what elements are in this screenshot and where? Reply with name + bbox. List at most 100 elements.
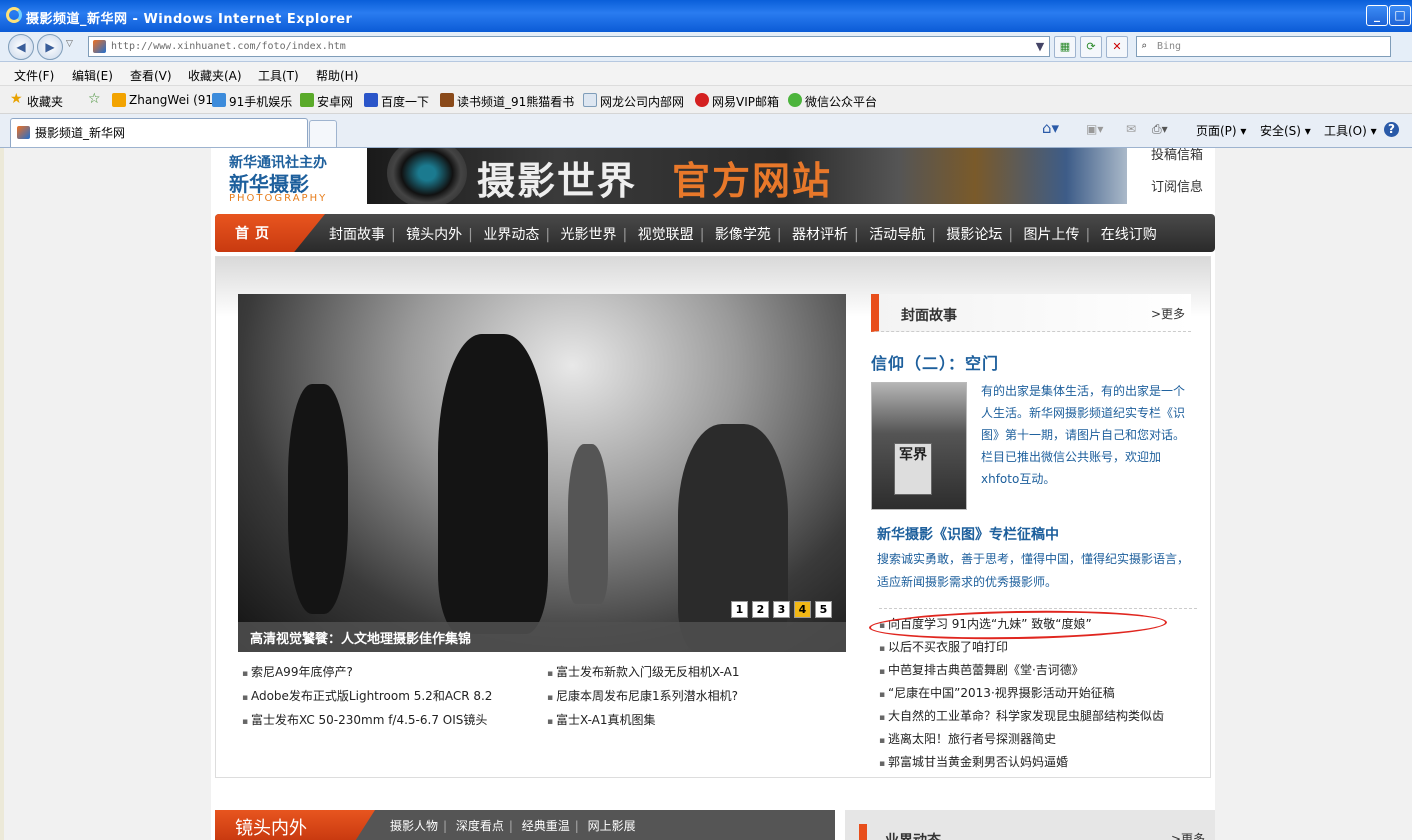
news-link[interactable]: 富士发布XC 50-230mm f/4.5-6.7 OIS镜头	[238, 711, 558, 735]
section3-more-link[interactable]: >更多	[1171, 830, 1205, 840]
call-for-submissions-title[interactable]: 新华摄影《识图》专栏征稿中	[877, 524, 1059, 544]
home-icon[interactable]: ⌂▾	[1042, 119, 1059, 137]
pager-button[interactable]: 1	[731, 601, 748, 618]
slider-caption[interactable]: 高清视觉饕餮：人文地理摄影佳作集锦	[238, 622, 846, 652]
refresh-icon[interactable]: ⟳	[1080, 36, 1102, 58]
section2-title[interactable]: 镜头内外	[215, 810, 375, 840]
nav-item[interactable]: 活动导航	[869, 227, 925, 243]
news-link[interactable]: 以后不买衣服了咱打印	[879, 636, 1197, 659]
story-title[interactable]: 信仰（二）：空门	[871, 350, 999, 374]
pager-button-active[interactable]: 4	[794, 601, 811, 618]
story-summary[interactable]: 有的出家是集体生活，有的出家是一个人生活。新华网摄影频道纪实专栏《识图》第十一期…	[981, 380, 1193, 490]
site-logo[interactable]: 新华通讯社主办 新华摄影 PHOTOGRAPHY	[225, 148, 355, 208]
news-link[interactable]: 郭富城甘当黄金剩男否认妈妈逼婚	[879, 751, 1197, 774]
section2-tab[interactable]: 网上影展	[588, 819, 636, 833]
favorites-label: 收藏夹	[27, 95, 64, 109]
star-icon: ★	[10, 91, 23, 107]
news-link[interactable]: 富士发布新款入门级无反相机X-A1	[543, 663, 863, 687]
news-link[interactable]: 尼康本周发布尼康1系列潜水相机?	[543, 687, 863, 711]
logo-line3: PHOTOGRAPHY	[229, 193, 328, 204]
compat-view-icon[interactable]: ▦	[1054, 36, 1076, 58]
fav-item-163vip[interactable]: 网易VIP邮箱	[695, 93, 779, 110]
more-link[interactable]: >更多	[1151, 305, 1185, 322]
news-link[interactable]: “尼康在中国”2013·视界摄影活动开始征稿	[879, 682, 1197, 705]
new-tab-button[interactable]	[309, 120, 337, 147]
tab-label: 摄影频道_新华网	[35, 126, 126, 140]
news-link[interactable]: 逃离太阳！旅行者号探测器简史	[879, 728, 1197, 751]
address-bar[interactable]: http://www.xinhuanet.com/foto/index.htm	[88, 36, 1050, 57]
call-for-submissions-text[interactable]: 搜索诚实勇敢，善于思考，懂得中国，懂得纪实摄影语言，适应新闻摄影需求的优秀摄影师…	[877, 548, 1197, 594]
back-button[interactable]: ◀	[8, 34, 34, 60]
stop-icon[interactable]: ✕	[1106, 36, 1128, 58]
address-dropdown-icon[interactable]: ▼	[1032, 37, 1048, 56]
nav-item[interactable]: 图片上传	[1024, 227, 1080, 243]
news-link[interactable]: 索尼A99年底停产?	[238, 663, 558, 687]
nav-item[interactable]: 在线订购	[1101, 227, 1157, 243]
pager-button[interactable]: 2	[752, 601, 769, 618]
news-link[interactable]: 富士X-A1真机图集	[543, 711, 863, 735]
help-icon[interactable]: ?	[1384, 122, 1399, 137]
section3-marker	[859, 824, 867, 840]
section2-tab[interactable]: 经典重温	[522, 819, 570, 833]
news-link[interactable]: 大自然的工业革命？科学家发现昆虫腿部结构类似齿	[879, 705, 1197, 728]
menu-file[interactable]: 文件(F)	[14, 67, 54, 84]
header-banner[interactable]: 摄影世界 官方网站	[367, 148, 1127, 204]
nav-item[interactable]: 器材评析	[792, 227, 848, 243]
nav-home[interactable]: 首页	[215, 214, 325, 252]
section2-tab[interactable]: 摄影人物	[390, 819, 438, 833]
main-nav: 首页 封面故事 | 镜头内外 | 业界动态 | 光影世界 | 视觉联盟 | 影像学苑 | 器…	[215, 214, 1215, 252]
cover-section-header: 封面故事 >更多	[871, 294, 1191, 332]
history-dropdown-icon[interactable]: ▽	[66, 39, 73, 49]
story-thumbnail[interactable]: 军界	[871, 382, 967, 510]
nav-item[interactable]: 业界动态	[483, 227, 539, 243]
fav-item-zhangwei[interactable]: ZhangWei (91)	[112, 93, 218, 107]
feeds-icon[interactable]: ▣▾	[1086, 122, 1103, 136]
tools-menu[interactable]: 工具(O) ▾	[1324, 122, 1377, 139]
nav-item[interactable]: 影像学苑	[715, 227, 771, 243]
favorites-button[interactable]: ★ 收藏夹	[10, 91, 64, 110]
fav-item-91shouji[interactable]: 91手机娱乐	[212, 93, 292, 110]
news-link[interactable]: 中芭复排古典芭蕾舞剧《堂·吉诃德》	[879, 659, 1197, 682]
menu-edit[interactable]: 编辑(E)	[72, 67, 113, 84]
pager-button[interactable]: 3	[773, 601, 790, 618]
nav-item[interactable]: 视觉联盟	[638, 227, 694, 243]
fav-item-baidu[interactable]: 百度一下	[364, 93, 429, 110]
menu-favorites[interactable]: 收藏夹(A)	[188, 67, 242, 84]
nav-item[interactable]: 镜头内外	[406, 227, 462, 243]
section2-tab[interactable]: 深度看点	[456, 819, 504, 833]
nav-item[interactable]: 封面故事	[329, 227, 385, 243]
pager-button[interactable]: 5	[815, 601, 832, 618]
safety-menu[interactable]: 安全(S) ▾	[1260, 122, 1311, 139]
favorites-bar: ★ 收藏夹 ☆ ZhangWei (91) 91手机娱乐 安卓网 百度一下 读书频…	[0, 86, 1412, 114]
fav-item-dushu[interactable]: 读书频道_91熊猫看书	[440, 93, 574, 110]
menu-tools[interactable]: 工具(T)	[258, 67, 299, 84]
nav-item[interactable]: 光影世界	[561, 227, 617, 243]
slide-figure	[288, 384, 348, 614]
minimize-button[interactable]: _	[1366, 5, 1388, 26]
news-link[interactable]: Adobe发布正式版Lightroom 5.2和ACR 8.2	[238, 687, 558, 711]
mail-icon[interactable]: ✉	[1126, 122, 1136, 136]
menu-view[interactable]: 查看(V)	[130, 67, 172, 84]
photo-slider[interactable]: 12345 高清视觉饕餮：人文地理摄影佳作集锦	[238, 294, 846, 652]
camera-lens-image	[387, 148, 467, 204]
cover-news-list: 向百度学习 91内选“九妹” 致敬“度娘” 以后不买衣服了咱打印 中芭复排古典芭…	[868, 608, 1197, 774]
fav-item-anzhuo[interactable]: 安卓网	[300, 93, 353, 110]
search-input[interactable]: ⌕ Bing	[1136, 36, 1391, 57]
cover-story-column: 封面故事 >更多 信仰（二）：空门 军界 有的出家是集体生活，有的出家是一个人生…	[868, 294, 1197, 769]
submit-link[interactable]: 投稿信箱	[1151, 148, 1203, 163]
tab-active[interactable]: 摄影频道_新华网	[10, 118, 308, 147]
subscribe-link[interactable]: 订阅信息	[1151, 176, 1203, 195]
section-industry-news: 业界动态 >更多	[845, 810, 1215, 840]
print-icon[interactable]: ⎙▾	[1152, 122, 1168, 137]
maximize-button[interactable]: □	[1389, 5, 1411, 26]
forward-button[interactable]: ▶	[37, 34, 63, 60]
fav-item-wanglong[interactable]: 网龙公司内部网	[583, 93, 684, 110]
web-page: 新华通讯社主办 新华摄影 PHOTOGRAPHY 摄影世界 官方网站 投稿信箱 …	[211, 148, 1215, 840]
nav-item[interactable]: 摄影论坛	[946, 227, 1002, 243]
search-placeholder: Bing	[1157, 41, 1182, 52]
browser-viewport: 新华通讯社主办 新华摄影 PHOTOGRAPHY 摄影世界 官方网站 投稿信箱 …	[0, 148, 1412, 840]
menu-help[interactable]: 帮助(H)	[316, 67, 358, 84]
address-url: http://www.xinhuanet.com/foto/index.htm	[111, 41, 346, 52]
page-menu[interactable]: 页面(P) ▾	[1196, 122, 1246, 139]
fav-item-weixin[interactable]: 微信公众平台	[788, 93, 877, 110]
